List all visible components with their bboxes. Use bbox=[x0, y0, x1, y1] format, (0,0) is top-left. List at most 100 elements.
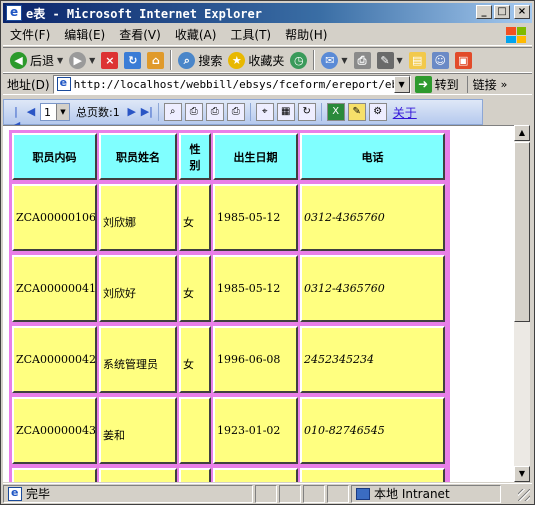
home-button[interactable]: ⌂ bbox=[144, 49, 167, 71]
prev-page-icon[interactable]: ◀ bbox=[25, 105, 37, 119]
status-panel bbox=[303, 484, 325, 503]
refresh-icon: ↻ bbox=[124, 51, 142, 69]
scroll-down-icon[interactable]: ▼ bbox=[514, 466, 530, 482]
minimize-button[interactable]: _ bbox=[476, 5, 492, 19]
scrollbar-thumb[interactable] bbox=[514, 142, 530, 322]
ie-page-icon bbox=[8, 486, 22, 501]
back-arrow-icon: ◀ bbox=[10, 51, 27, 69]
windows-logo-icon bbox=[504, 25, 528, 45]
last-page-icon[interactable]: ▶| bbox=[141, 105, 153, 119]
stop-button[interactable]: × bbox=[98, 49, 121, 71]
status-text: 完毕 bbox=[26, 487, 51, 501]
address-input[interactable]: http://localhost/webbill/ebsys/fceform/e… bbox=[52, 74, 411, 94]
toolbar-separator bbox=[320, 103, 322, 121]
chevron-down-icon[interactable]: ▼ bbox=[341, 56, 347, 65]
print-preview-icon[interactable]: ⌕ bbox=[163, 103, 182, 121]
edit-page-icon: ✎ bbox=[376, 51, 394, 69]
page-content: 职员内码 职员姓名 性别 出生日期 电话 ZCA00000106 刘欣娜 女 1… bbox=[3, 125, 514, 482]
current-page: 1 bbox=[44, 105, 51, 119]
edit-button[interactable]: ✎ ▼ bbox=[374, 49, 406, 71]
table-cell bbox=[179, 468, 211, 482]
table-cell: 刘欣好 bbox=[99, 255, 177, 322]
ie-page-icon bbox=[6, 5, 22, 21]
table-cell: 女 bbox=[179, 184, 211, 251]
status-bar: 完毕 本地 Intranet bbox=[3, 483, 532, 503]
scroll-up-icon[interactable]: ▲ bbox=[514, 125, 530, 141]
menu-edit[interactable]: 编辑(E) bbox=[57, 26, 112, 43]
header-employee-name: 职员姓名 bbox=[99, 133, 177, 180]
print-button[interactable]: ⎙ bbox=[351, 49, 374, 71]
chevron-down-icon[interactable]: ▼ bbox=[89, 56, 95, 65]
back-label: 后退 bbox=[30, 53, 55, 68]
table-cell bbox=[179, 397, 211, 464]
back-button[interactable]: ◀ 后退 ▼ bbox=[7, 49, 66, 71]
messenger-button[interactable]: ☺ bbox=[429, 49, 452, 71]
toolbar-separator bbox=[249, 103, 251, 121]
export-icon[interactable]: ▦ bbox=[276, 103, 295, 121]
excel-icon[interactable]: X bbox=[326, 103, 345, 121]
first-page-icon[interactable]: |◀ bbox=[10, 105, 22, 132]
menu-tools[interactable]: 工具(T) bbox=[223, 26, 278, 43]
print-setup-icon[interactable]: ⎙ bbox=[205, 103, 224, 121]
forward-arrow-icon: ▶ bbox=[69, 51, 87, 69]
search-icon: ⌕ bbox=[178, 51, 196, 69]
resize-grip-icon[interactable] bbox=[518, 489, 530, 501]
table-cell: ZCA00000106 bbox=[12, 184, 97, 251]
links-button[interactable]: 链接 bbox=[466, 75, 497, 93]
close-button[interactable]: × bbox=[514, 5, 530, 19]
status-message: 完毕 bbox=[3, 484, 253, 503]
find-icon[interactable]: ⌖ bbox=[255, 103, 274, 121]
about-link[interactable]: 关于 bbox=[393, 104, 417, 121]
header-employee-code: 职员内码 bbox=[12, 133, 97, 180]
header-phone: 电话 bbox=[300, 133, 445, 180]
report-toolbar: |◀ ◀ 1 ▼ 总页数:1 ▶ ▶| ⌕ ⎙ ⎙ ⎙ ⌖ ▦ ↻ X ✎ ⚙ … bbox=[3, 99, 483, 132]
header-gender: 性别 bbox=[179, 133, 211, 180]
edit-icon[interactable]: ✎ bbox=[347, 103, 366, 121]
forward-button[interactable]: ▶ ▼ bbox=[66, 49, 98, 71]
history-button[interactable]: ◷ bbox=[287, 49, 310, 71]
search-button[interactable]: ⌕ 搜索 bbox=[175, 49, 225, 71]
window-controls: _ □ × bbox=[476, 5, 530, 19]
table-cell: 女 bbox=[179, 326, 211, 393]
table-cell bbox=[213, 468, 298, 482]
window-title: e表 - Microsoft Internet Explorer bbox=[26, 6, 262, 21]
print-direct-icon[interactable]: ⎙ bbox=[226, 103, 245, 121]
standard-toolbar: ◀ 后退 ▼ ▶ ▼ × ↻ ⌂ ⌕ 搜索 ★ 收藏夹 ◷ ✉ ▼ ⎙ ✎ ▼ … bbox=[3, 47, 532, 73]
menu-help[interactable]: 帮助(H) bbox=[278, 26, 334, 43]
table-cell: 010-82746545 bbox=[300, 397, 445, 464]
home-icon: ⌂ bbox=[147, 51, 165, 69]
next-page-icon[interactable]: ▶ bbox=[126, 105, 138, 119]
refresh-button[interactable]: ↻ bbox=[121, 49, 144, 71]
table-cell: 刘欣娜 bbox=[99, 184, 177, 251]
printer-icon: ⎙ bbox=[353, 51, 371, 69]
status-panel bbox=[255, 484, 277, 503]
chevron-down-icon[interactable]: ▼ bbox=[397, 56, 403, 65]
status-panel bbox=[279, 484, 301, 503]
refresh-icon[interactable]: ↻ bbox=[297, 103, 316, 121]
address-url[interactable]: http://localhost/webbill/ebsys/fceform/e… bbox=[74, 78, 394, 91]
menu-view[interactable]: 查看(V) bbox=[112, 26, 168, 43]
chevron-double-right-icon[interactable]: » bbox=[501, 78, 508, 91]
favorites-button[interactable]: ★ 收藏夹 bbox=[225, 49, 287, 71]
table-cell bbox=[99, 468, 177, 482]
intranet-icon bbox=[356, 487, 370, 500]
menu-favorites[interactable]: 收藏(A) bbox=[168, 26, 224, 43]
page-select[interactable]: 1 ▼ bbox=[40, 103, 70, 121]
settings-icon[interactable]: ⚙ bbox=[368, 103, 387, 121]
user-icon: ☺ bbox=[431, 51, 449, 69]
table-cell: 1996-06-08 bbox=[213, 326, 298, 393]
go-button[interactable]: ➜ 转到 bbox=[414, 75, 459, 93]
maximize-button[interactable]: □ bbox=[494, 5, 510, 19]
vertical-scrollbar[interactable]: ▲ ▼ bbox=[514, 125, 530, 482]
chevron-down-icon[interactable]: ▼ bbox=[393, 75, 410, 93]
print-icon[interactable]: ⎙ bbox=[184, 103, 203, 121]
table-cell: ZCA00000041 bbox=[12, 255, 97, 322]
tools-button[interactable]: ▣ bbox=[452, 49, 475, 71]
total-pages: 总页数:1 bbox=[76, 106, 120, 119]
mail-button[interactable]: ✉ ▼ bbox=[318, 49, 350, 71]
discuss-button[interactable]: ▤ bbox=[406, 49, 429, 71]
menu-file[interactable]: 文件(F) bbox=[3, 26, 57, 43]
chevron-down-icon[interactable]: ▼ bbox=[56, 104, 69, 120]
chevron-down-icon[interactable]: ▼ bbox=[57, 56, 63, 65]
table-cell: 1923-01-02 bbox=[213, 397, 298, 464]
